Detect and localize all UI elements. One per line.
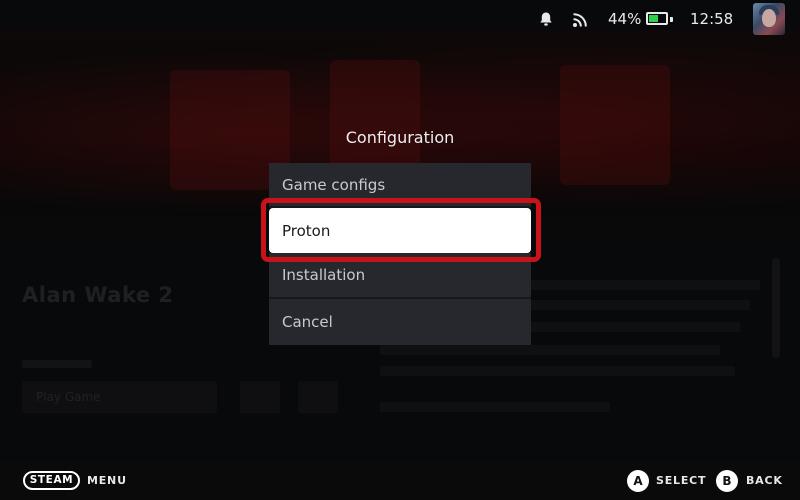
notification-bell-icon[interactable] xyxy=(538,11,554,31)
menu-item-cancel[interactable]: Cancel xyxy=(269,299,531,345)
menu-item-installation[interactable]: Installation xyxy=(269,253,531,299)
clock: 12:58 xyxy=(690,10,734,28)
wireless-signal-icon[interactable] xyxy=(572,11,589,32)
back-hint-label: BACK xyxy=(746,474,783,487)
battery-icon xyxy=(646,12,673,25)
battery-percent: 44% xyxy=(608,10,642,28)
battery-fill xyxy=(649,15,658,22)
footer-bar: STEAM MENU A SELECT B BACK xyxy=(0,460,800,500)
menu-item-game-configs[interactable]: Game configs xyxy=(269,163,531,208)
dialog-title: Configuration xyxy=(345,128,455,147)
configuration-menu: Game configs Proton Installation Cancel xyxy=(269,163,531,345)
steam-button[interactable]: STEAM xyxy=(23,471,80,490)
avatar[interactable] xyxy=(753,3,785,35)
select-hint-label: SELECT xyxy=(656,474,707,487)
b-button-icon[interactable]: B xyxy=(716,470,738,492)
menu-item-proton[interactable]: Proton xyxy=(269,208,531,253)
menu-hint-label: MENU xyxy=(87,474,127,487)
a-button-icon[interactable]: A xyxy=(627,470,649,492)
